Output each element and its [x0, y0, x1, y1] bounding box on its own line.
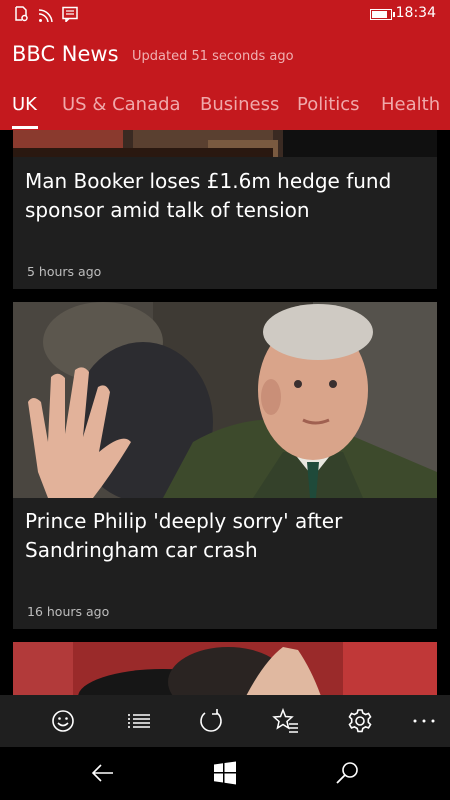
tab-health[interactable]: Health [381, 94, 440, 115]
news-card[interactable]: Man Booker loses £1.6m hedge fund sponso… [13, 157, 437, 289]
active-tab-indicator [12, 126, 38, 129]
back-icon[interactable] [90, 760, 116, 786]
wifi-icon [38, 9, 53, 22]
settings-icon[interactable] [346, 707, 374, 735]
tab-us-canada[interactable]: US & Canada [62, 94, 181, 115]
tab-politics[interactable]: Politics [297, 94, 360, 115]
smiley-icon[interactable] [49, 707, 77, 735]
story-image[interactable] [13, 642, 437, 695]
story-image[interactable] [13, 130, 437, 157]
app-title: BBC News [12, 42, 119, 66]
search-icon[interactable] [335, 760, 361, 786]
tab-uk[interactable]: UK [12, 94, 37, 115]
card-headline[interactable]: Man Booker loses £1.6m hedge fund sponso… [25, 167, 425, 225]
battery-icon [370, 9, 395, 20]
more-icon[interactable] [410, 707, 438, 735]
tab-bar: UK US & Canada Business Politics Health [0, 94, 450, 130]
message-icon [62, 6, 78, 22]
news-card[interactable]: Prince Philip 'deeply sorry' after Sandr… [13, 302, 437, 629]
story-image[interactable] [13, 302, 437, 498]
app-header: BBC News Updated 51 seconds ago UK US & … [0, 30, 450, 130]
news-feed[interactable]: Man Booker loses £1.6m hedge fund sponso… [0, 130, 450, 695]
card-timestamp: 16 hours ago [27, 604, 110, 619]
updated-text: Updated 51 seconds ago [132, 49, 294, 64]
favorites-icon[interactable] [272, 707, 300, 735]
windows-icon[interactable] [212, 760, 238, 786]
app-bar [0, 695, 450, 747]
card-headline[interactable]: Prince Philip 'deeply sorry' after Sandr… [25, 507, 425, 565]
navigation-bar [0, 747, 450, 800]
news-card[interactable] [13, 642, 437, 695]
notification-icon [15, 6, 28, 22]
refresh-icon[interactable] [197, 707, 225, 735]
card-timestamp: 5 hours ago [27, 264, 102, 279]
status-bar: 18:34 [0, 0, 450, 30]
tab-business[interactable]: Business [200, 94, 279, 115]
clock: 18:34 [395, 5, 436, 21]
list-icon[interactable] [125, 707, 153, 735]
